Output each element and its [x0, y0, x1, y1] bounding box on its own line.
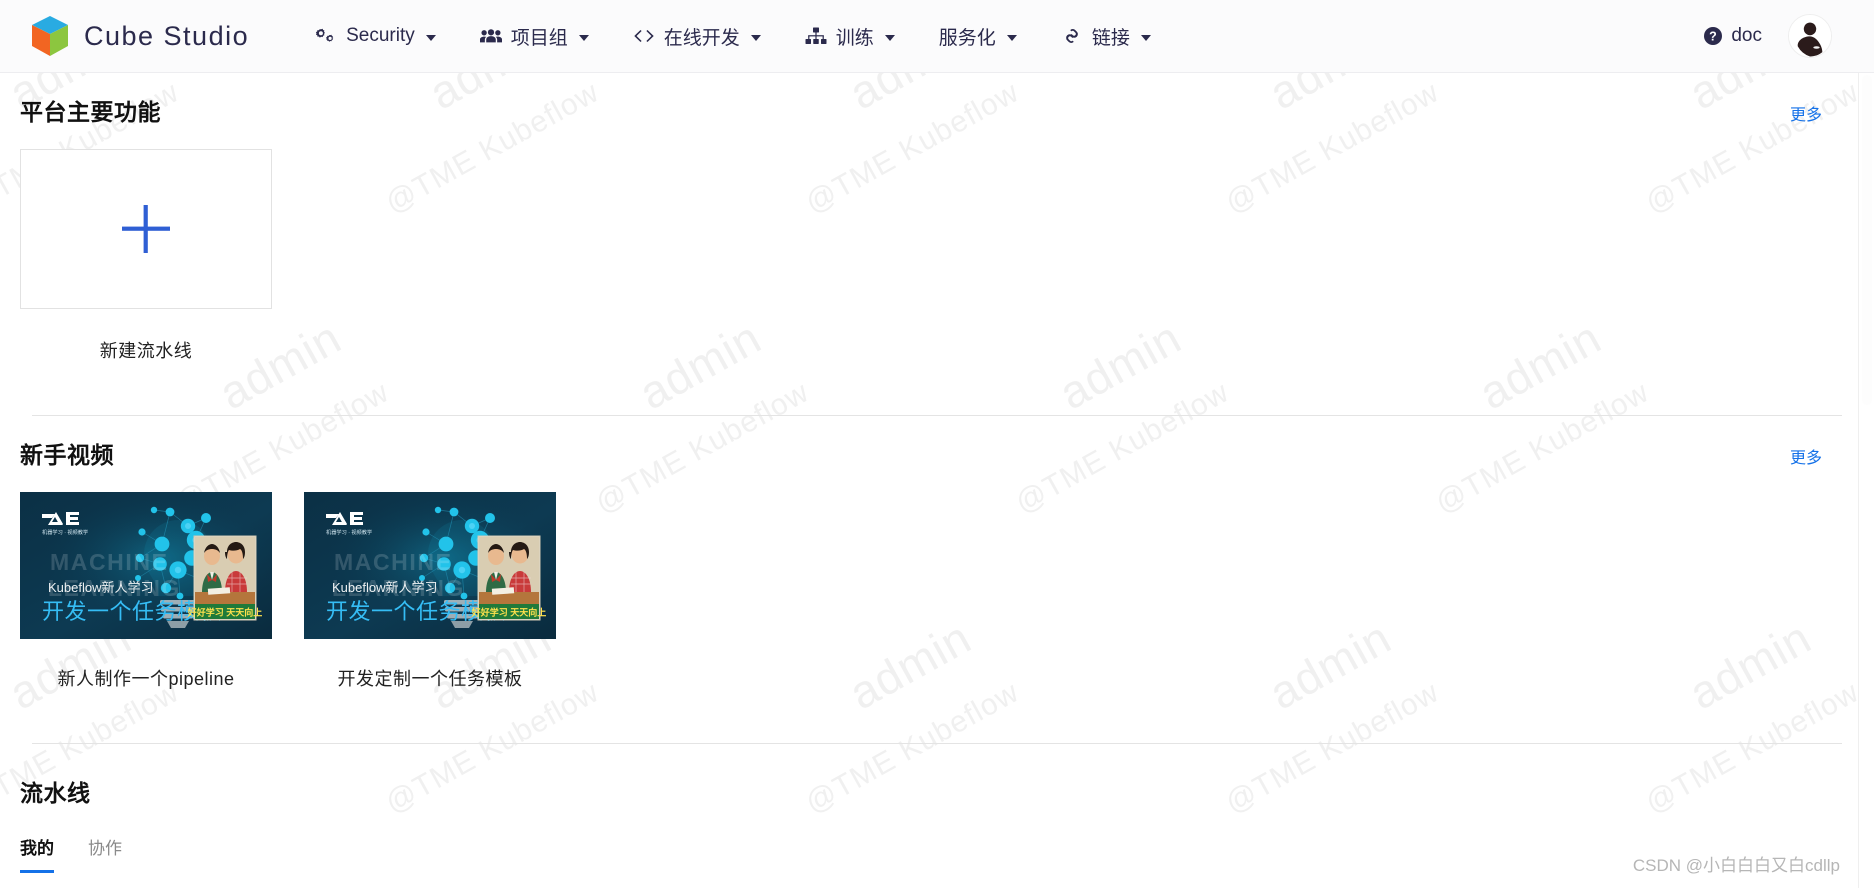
card-box[interactable] — [20, 149, 272, 309]
cogs-icon — [315, 26, 337, 46]
svg-text:机器学习 · 视频教学: 机器学习 · 视频教学 — [42, 528, 88, 536]
user-avatar-icon — [1789, 15, 1831, 57]
question-circle-icon: ? — [1703, 26, 1723, 46]
nav-item-label: 服务化 — [938, 27, 996, 49]
svg-text:?: ? — [1710, 30, 1718, 44]
link-chain-icon — [1061, 26, 1083, 46]
chevron-down-icon — [425, 34, 436, 41]
chevron-down-icon — [1006, 34, 1017, 41]
svg-text:好好学习 天天向上: 好好学习 天天向上 — [471, 607, 547, 618]
video-label: 新人制作一个pipeline — [57, 669, 235, 689]
brand-name: Cube Studio — [84, 20, 250, 51]
nav-item-label: 训练 — [835, 27, 874, 49]
top-navbar: Cube Studio Security 项目组 在线开发 训练 服务化 链接 … — [0, 0, 1874, 73]
scrollbar-thumb[interactable] — [1862, 75, 1872, 405]
navbar-right-actions: ? doc — [1703, 14, 1848, 58]
svg-text:好好学习 天天向上: 好好学习 天天向上 — [187, 607, 263, 618]
video-card-row: 机器学习 · 视频教学 MACHINE LEARNING Kubeflow新人学… — [20, 470, 1854, 691]
nav-item-links[interactable]: 链接 — [1039, 0, 1173, 73]
more-link-videos[interactable]: 更多 — [1790, 444, 1854, 468]
doc-label: doc — [1731, 25, 1762, 46]
tab-collaboration[interactable]: 协作 — [88, 834, 122, 873]
page-title: 平台主要功能 — [20, 99, 161, 125]
plus-icon — [120, 203, 172, 255]
card-new-pipeline[interactable]: 新建流水线 — [20, 149, 272, 363]
pipeline-tabs: 我的 协作 — [20, 808, 1854, 873]
svg-text:MACHINE: MACHINE — [50, 549, 169, 575]
nav-item-serving[interactable]: 服务化 — [917, 0, 1039, 73]
nav-item-label: Security — [346, 25, 415, 46]
page-content: 平台主要功能 更多 新建流水线 新手视频 更多 机器学习 · 视频教学 MACH… — [0, 73, 1874, 873]
svg-text:机器学习 · 视频教学: 机器学习 · 视频教学 — [326, 528, 372, 536]
nav-item-training[interactable]: 训练 — [783, 0, 917, 73]
nav-item-label: 链接 — [1091, 27, 1130, 49]
chevron-down-icon — [750, 34, 761, 41]
avatar[interactable] — [1788, 14, 1832, 58]
chevron-down-icon — [884, 34, 895, 41]
vertical-scrollbar[interactable] — [1858, 73, 1874, 888]
video-thumbnail[interactable]: 机器学习 · 视频教学 MACHINE LEARNING Kubeflow新人学… — [304, 492, 556, 639]
section-pipeline: 流水线 我的 协作 — [20, 744, 1854, 873]
chevron-down-icon — [578, 34, 589, 41]
nav-items: Security 项目组 在线开发 训练 服务化 链接 — [293, 0, 1173, 73]
section-title-pipeline: 流水线 — [20, 780, 91, 806]
feature-card-row: 新建流水线 — [20, 127, 1854, 363]
card-label: 新建流水线 — [99, 341, 193, 361]
chevron-down-icon — [1140, 34, 1151, 41]
brand-logo-link[interactable]: Cube Studio — [30, 15, 249, 57]
csdn-watermark: CSDN @小白白白又白cdllp — [1632, 856, 1840, 875]
section-platform-features: 平台主要功能 更多 新建流水线 — [20, 73, 1854, 416]
nav-item-label: 在线开发 — [663, 27, 740, 49]
section-header: 平台主要功能 更多 — [20, 73, 1854, 127]
section-title-videos: 新手视频 — [20, 442, 114, 468]
nav-item-online-dev[interactable]: 在线开发 — [611, 0, 783, 73]
svg-text:MACHINE: MACHINE — [334, 549, 453, 575]
video-thumbnail[interactable]: 机器学习 · 视频教学 MACHINE LEARNING Kubeflow新人学… — [20, 492, 272, 639]
svg-text:Kubeflow新人学习: Kubeflow新人学习 — [332, 580, 437, 595]
more-link-features[interactable]: 更多 — [1790, 101, 1854, 125]
video-label: 开发定制一个任务模板 — [337, 669, 523, 689]
doc-link[interactable]: ? doc — [1703, 25, 1762, 47]
nav-item-project-group[interactable]: 项目组 — [458, 0, 611, 73]
code-brackets-icon — [633, 26, 655, 46]
cube-logo-icon — [30, 15, 70, 57]
sitemap-icon — [805, 26, 827, 46]
svg-text:Kubeflow新人学习: Kubeflow新人学习 — [48, 580, 153, 595]
video-card-1[interactable]: 机器学习 · 视频教学 MACHINE LEARNING Kubeflow新人学… — [20, 492, 272, 691]
section-beginner-videos: 新手视频 更多 机器学习 · 视频教学 MACHINE LEARNING Kub… — [20, 416, 1854, 744]
users-group-icon — [479, 26, 502, 46]
nav-item-label: 项目组 — [510, 27, 568, 49]
nav-item-security[interactable]: Security — [293, 0, 458, 73]
section-header: 新手视频 更多 — [20, 416, 1854, 470]
tab-mine[interactable]: 我的 — [20, 834, 54, 873]
video-card-2[interactable]: 机器学习 · 视频教学 MACHINE LEARNING Kubeflow新人学… — [304, 492, 556, 691]
